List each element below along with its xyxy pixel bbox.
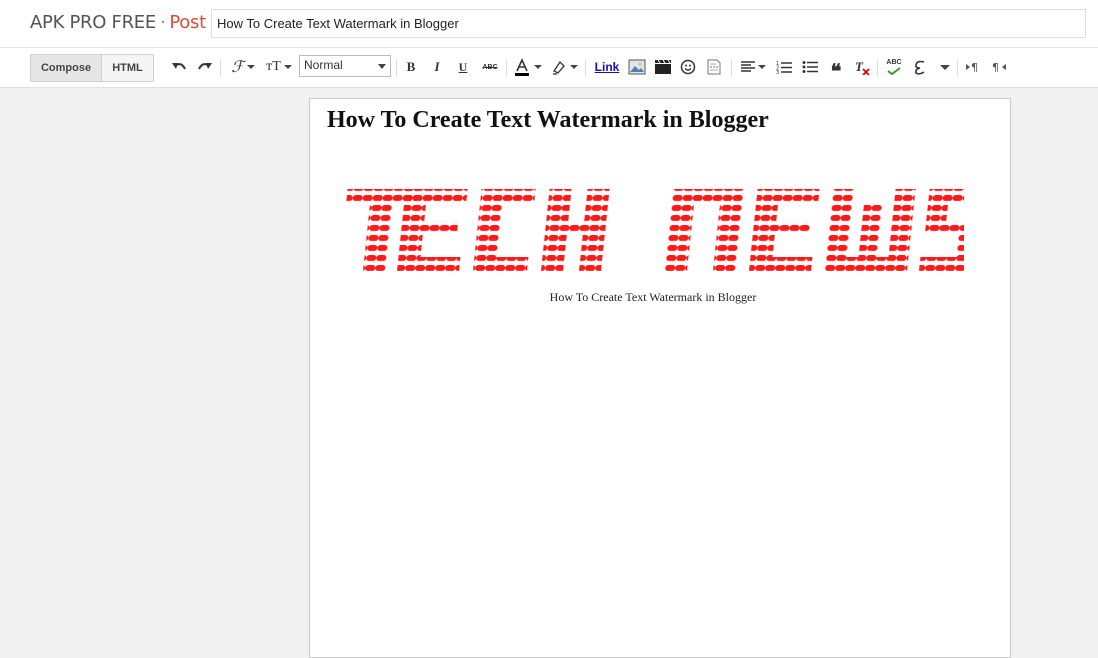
font-family-icon[interactable]: ℱ xyxy=(228,57,258,77)
insert-video-icon[interactable] xyxy=(653,57,673,77)
remove-formatting-icon[interactable]: T xyxy=(853,57,871,77)
align-icon[interactable] xyxy=(738,57,768,77)
toolbar-divider xyxy=(957,59,958,77)
undo-icon[interactable] xyxy=(170,57,188,77)
rtl-direction-icon[interactable]: ¶ xyxy=(990,57,1008,77)
chevron-down-icon xyxy=(378,64,386,69)
input-tools-icon[interactable] xyxy=(910,57,930,77)
toolbar-divider xyxy=(877,59,878,77)
font-size-icon[interactable]: тT xyxy=(264,57,294,77)
post-title-input[interactable] xyxy=(211,9,1086,38)
bold-button[interactable]: B xyxy=(404,57,418,77)
top-bar: APK PRO FREE · Post xyxy=(0,0,1098,48)
html-mode-button[interactable]: HTML xyxy=(101,54,154,82)
svg-text:3: 3 xyxy=(776,70,779,74)
svg-text:T: T xyxy=(855,59,864,74)
tech-news-logo-image[interactable] xyxy=(344,185,984,275)
chevron-down-icon[interactable] xyxy=(938,57,952,77)
toolbar-divider xyxy=(396,59,397,77)
redo-icon[interactable] xyxy=(196,57,214,77)
svg-text:¶: ¶ xyxy=(971,61,978,74)
link-button[interactable]: Link xyxy=(593,57,621,77)
highlight-color-icon[interactable] xyxy=(549,57,579,77)
format-select-value: Normal xyxy=(304,58,343,72)
compose-mode-button[interactable]: Compose xyxy=(30,54,102,82)
blog-breadcrumb: APK PRO FREE · Post xyxy=(30,12,206,33)
format-select[interactable]: Normal xyxy=(299,55,391,77)
spellcheck-icon[interactable]: ABC xyxy=(884,57,904,77)
toolbar-divider xyxy=(220,59,221,77)
ltr-direction-icon[interactable]: ¶ xyxy=(964,57,982,77)
numbered-list-icon[interactable]: 123 xyxy=(775,57,793,77)
text-color-icon[interactable] xyxy=(512,57,542,77)
italic-button[interactable]: I xyxy=(430,57,444,77)
blog-name[interactable]: APK PRO FREE xyxy=(30,12,156,33)
toolbar-divider xyxy=(585,59,586,77)
section-label: Post xyxy=(169,12,206,33)
bulleted-list-icon[interactable] xyxy=(801,57,819,77)
editor-toolbar: Compose HTML ℱ тT Normal B I U ABC Link xyxy=(0,48,1098,88)
insert-image-icon[interactable] xyxy=(627,57,647,77)
breadcrumb-separator: · xyxy=(159,12,166,33)
svg-text:¶: ¶ xyxy=(992,61,999,74)
post-heading: How To Create Text Watermark in Blogger xyxy=(327,107,769,133)
spellcheck-label: ABC xyxy=(886,59,902,66)
insert-emoji-icon[interactable] xyxy=(679,57,697,77)
toolbar-divider xyxy=(506,59,507,77)
insert-jump-break-icon[interactable] xyxy=(705,57,723,77)
image-caption[interactable]: How To Create Text Watermark in Blogger xyxy=(310,290,996,305)
post-body-editor[interactable]: How To Create Text Watermark in Blogger xyxy=(309,98,1011,658)
underline-button[interactable]: U xyxy=(456,57,470,77)
quote-icon[interactable]: ❝ xyxy=(827,57,845,83)
toolbar-divider xyxy=(731,59,732,77)
strikethrough-button[interactable]: ABC xyxy=(480,57,500,77)
